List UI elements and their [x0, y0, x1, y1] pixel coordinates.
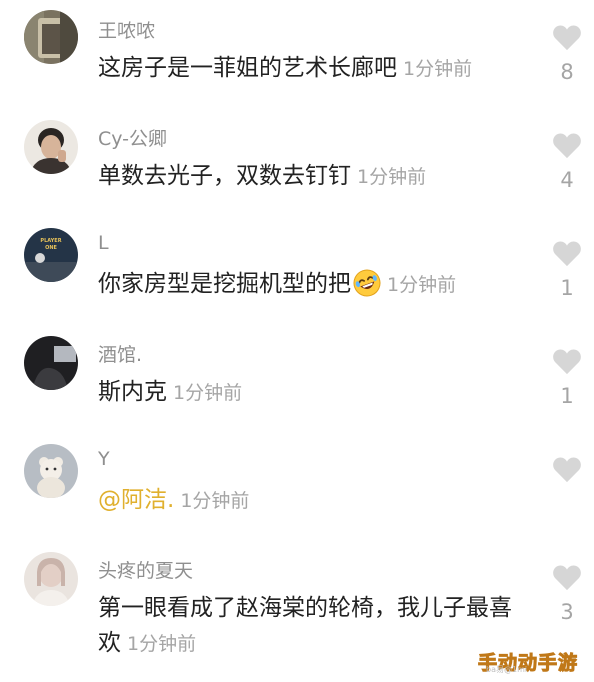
- comment-body: 你家房型是挖掘机型的把: [98, 271, 351, 297]
- comment-text: 你家房型是挖掘机型的把 1分钟前: [98, 267, 538, 308]
- like-count: 1: [560, 276, 574, 300]
- comment-timestamp: 1分钟前: [387, 274, 457, 296]
- like-count: 8: [560, 60, 574, 84]
- comment-timestamp: 1分钟前: [173, 382, 243, 404]
- avatar[interactable]: [24, 10, 78, 64]
- heart-icon: [553, 25, 581, 51]
- comment-body: 这房子是一菲姐的艺术长廊吧: [98, 55, 397, 81]
- heart-icon: [553, 349, 581, 375]
- watermark-caption: ba易@1mi: [486, 665, 528, 674]
- like-button[interactable]: 1: [548, 348, 586, 410]
- avatar-caption: PLAYER: [40, 238, 61, 244]
- comment-text: 第一眼看成了赵海棠的轮椅，我儿子最喜欢 1分钟前: [98, 591, 518, 662]
- like-count: 3: [560, 600, 574, 624]
- like-button[interactable]: 8: [548, 24, 586, 86]
- comment-text: 单数去光子，双数去钉钉 1分钟前: [98, 159, 538, 195]
- comment-username[interactable]: 王哝哝: [98, 16, 155, 43]
- comment-timestamp: 1分钟前: [403, 58, 473, 80]
- comment-text: 斯内克 1分钟前: [98, 375, 538, 411]
- heart-icon: [553, 565, 581, 591]
- like-button[interactable]: [548, 456, 586, 518]
- comment-timestamp: 1分钟前: [357, 166, 427, 188]
- like-count: 4: [560, 168, 574, 192]
- rofl-emoji: [353, 269, 381, 308]
- heart-icon: [553, 457, 581, 483]
- comment-username[interactable]: Cy-公卿: [98, 124, 167, 151]
- comment-timestamp: 1分钟前: [127, 633, 197, 655]
- avatar[interactable]: [24, 336, 78, 390]
- comment-username[interactable]: L: [98, 232, 109, 254]
- avatar[interactable]: [24, 120, 78, 174]
- avatar[interactable]: [24, 552, 78, 606]
- avatar[interactable]: [24, 444, 78, 498]
- comment-username[interactable]: 头疼的夏天: [98, 556, 193, 583]
- comment-username[interactable]: Y: [98, 448, 110, 470]
- comment-text: 这房子是一菲姐的艺术长廊吧 1分钟前: [98, 51, 538, 87]
- like-button[interactable]: 4: [548, 132, 586, 194]
- comment-body: 单数去光子，双数去钉钉: [98, 163, 351, 189]
- like-button[interactable]: 3: [548, 564, 586, 626]
- heart-icon: [553, 133, 581, 159]
- heart-icon: [553, 241, 581, 267]
- avatar-caption: ONE: [45, 245, 57, 251]
- comment-timestamp: 1分钟前: [180, 490, 250, 512]
- comment-mention[interactable]: @阿洁.: [98, 487, 174, 513]
- avatar[interactable]: PLAYER ONE: [24, 228, 78, 282]
- like-count: [548, 492, 586, 518]
- like-button[interactable]: 1: [548, 240, 586, 302]
- comment-body: 斯内克: [98, 379, 167, 405]
- comment-text: @阿洁. 1分钟前: [98, 483, 538, 519]
- comment-username[interactable]: 酒馆.: [98, 340, 142, 367]
- like-count: 1: [560, 384, 574, 408]
